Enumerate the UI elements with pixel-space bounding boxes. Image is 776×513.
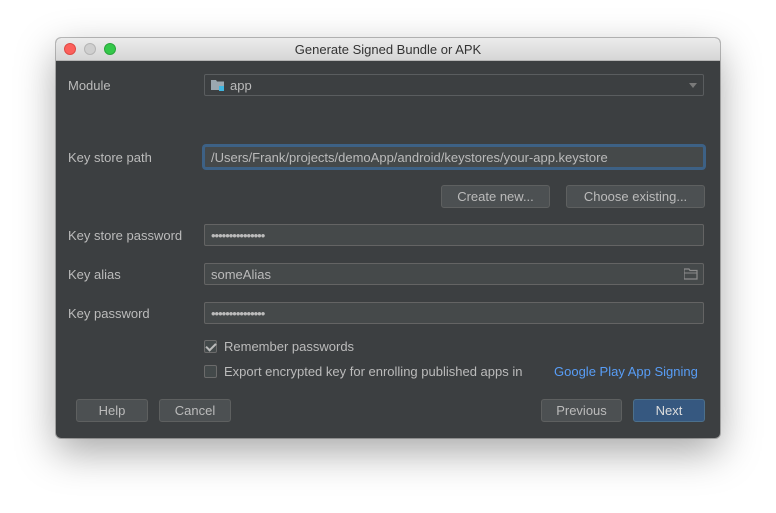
keystore-password-value: ••••••••••••••• (211, 228, 265, 243)
key-password-input[interactable]: ••••••••••••••• (204, 302, 704, 324)
next-button[interactable]: Next (633, 399, 705, 422)
folder-module-icon (211, 80, 224, 91)
keystore-password-input[interactable]: ••••••••••••••• (204, 224, 704, 246)
window-title: Generate Signed Bundle or APK (294, 42, 482, 57)
remember-passwords-checkbox[interactable] (204, 340, 217, 353)
help-button[interactable]: Help (76, 399, 148, 422)
title-bar: Generate Signed Bundle or APK (56, 38, 720, 61)
cancel-button[interactable]: Cancel (159, 399, 231, 422)
google-play-signing-link[interactable]: Google Play App Signing (554, 364, 698, 379)
keystore-password-label: Key store password (68, 228, 183, 243)
key-alias-label: Key alias (68, 267, 121, 282)
remember-passwords-label: Remember passwords (224, 339, 355, 354)
keystore-path-label: Key store path (68, 150, 152, 165)
dialog-window: Generate Signed Bundle or APK Module app… (56, 38, 720, 438)
chevron-down-icon (689, 83, 697, 88)
module-label: Module (68, 78, 111, 93)
export-key-checkbox[interactable] (204, 365, 217, 378)
module-value: app (230, 78, 252, 93)
previous-button[interactable]: Previous (541, 399, 622, 422)
checkmark-icon (205, 340, 217, 352)
keystore-path-input[interactable]: /Users/Frank/projects/demoApp/android/ke… (204, 146, 704, 168)
key-alias-value: someAlias (211, 267, 271, 282)
export-key-label: Export encrypted key for enrolling publi… (224, 364, 523, 379)
keystore-path-value: /Users/Frank/projects/demoApp/android/ke… (211, 150, 608, 165)
create-new-button[interactable]: Create new... (441, 185, 550, 208)
module-combobox[interactable]: app (204, 74, 704, 96)
choose-existing-button[interactable]: Choose existing... (566, 185, 705, 208)
key-alias-input[interactable]: someAlias (204, 263, 704, 285)
key-password-value: ••••••••••••••• (211, 306, 265, 321)
folder-browse-icon[interactable] (684, 268, 698, 280)
key-password-label: Key password (68, 306, 150, 321)
